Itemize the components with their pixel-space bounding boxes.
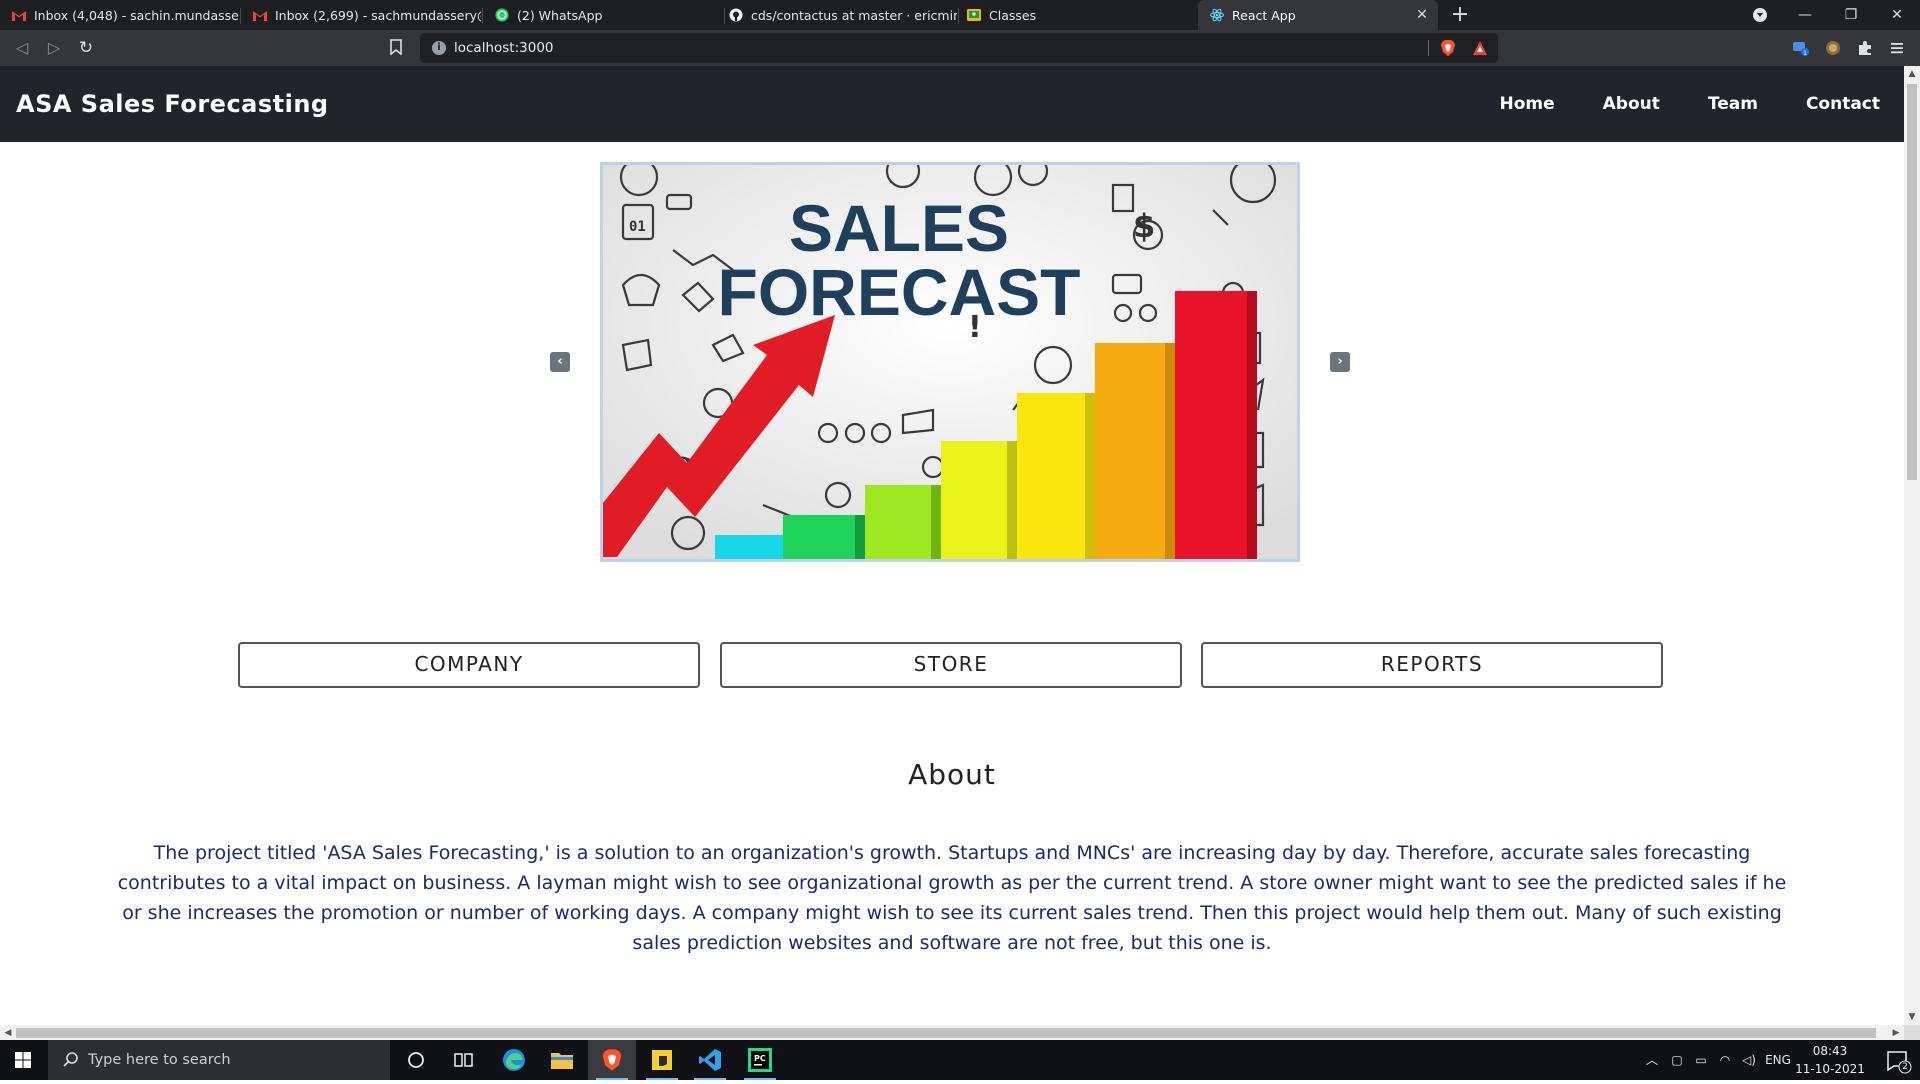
- browser-tab-classes[interactable]: Classes: [955, 0, 1195, 30]
- gmail-icon: [253, 8, 267, 22]
- brave-browser-icon[interactable]: [588, 1040, 636, 1080]
- slide-headline-line1: SALES: [789, 191, 1009, 265]
- tab-title: Inbox (4,048) - sachin.mundassery@m: [34, 7, 240, 23]
- notification-count: 2: [1902, 1062, 1908, 1072]
- extension-icon-2[interactable]: [1824, 39, 1842, 57]
- scroll-up-arrow-icon[interactable]: ▲: [1904, 66, 1920, 82]
- tab-title: (2) WhatsApp: [517, 7, 603, 23]
- taskbar-search-box[interactable]: Type here to search: [48, 1040, 390, 1080]
- nav-link-home[interactable]: Home: [1475, 66, 1578, 142]
- pycharm-icon[interactable]: PC: [736, 1040, 784, 1080]
- file-explorer-icon[interactable]: [538, 1040, 586, 1080]
- task-view-icon[interactable]: [440, 1040, 488, 1080]
- windows-taskbar: Type here to search PC ︿ ▢ ▭ ◠ ◁) ENG 08…: [0, 1040, 1920, 1080]
- about-paragraph: The project titled 'ASA Sales Forecastin…: [117, 842, 1787, 954]
- whatsapp-icon: [495, 8, 509, 22]
- svg-text:PC: PC: [754, 1054, 766, 1063]
- nav-link-about[interactable]: About: [1579, 66, 1684, 142]
- react-icon: [1210, 8, 1224, 22]
- clock-time: 08:43: [1812, 1044, 1848, 1058]
- image-carousel: ‹ $ 01 ! SALES FORECAST ›: [548, 162, 1356, 566]
- bookmark-icon[interactable]: [390, 39, 402, 55]
- notification-center-icon[interactable]: 2: [1874, 1040, 1920, 1080]
- horizontal-scrollbar[interactable]: ◀ ▶: [0, 1025, 1904, 1041]
- google-classroom-icon: [967, 8, 981, 22]
- scroll-left-arrow-icon[interactable]: ◀: [0, 1025, 16, 1041]
- tab-title: React App: [1232, 7, 1296, 23]
- language-indicator[interactable]: ENG: [1762, 1040, 1794, 1080]
- clock-date: 11-10-2021: [1795, 1062, 1865, 1076]
- tab-title: Inbox (2,699) - sachmundassery@gma: [275, 7, 481, 23]
- tab-title: cds/contactus at master · ericmiranda: [751, 7, 957, 23]
- vertical-scrollbar[interactable]: ▲ ▼: [1904, 66, 1920, 1025]
- minimize-button[interactable]: —: [1782, 0, 1828, 30]
- address-bar[interactable]: i localhost:3000: [420, 33, 1498, 63]
- carousel-next-button[interactable]: ›: [1330, 352, 1350, 372]
- url-text: localhost:3000: [454, 40, 554, 56]
- slide-headline-line2: FORECAST: [718, 255, 1081, 329]
- menu-icon[interactable]: [1888, 39, 1906, 57]
- brave-shields-icon[interactable]: [1440, 39, 1456, 57]
- windows-logo-icon: [15, 1052, 31, 1068]
- app-navbar: ASA Sales Forecasting Home About Team Co…: [0, 66, 1904, 142]
- omnibox-separator: [1428, 40, 1429, 56]
- volume-icon[interactable]: ◁): [1738, 1040, 1760, 1080]
- browser-tab-gmail-1[interactable]: Inbox (4,048) - sachin.mundassery@m: [0, 0, 240, 30]
- close-tab-icon[interactable]: ✕: [1414, 7, 1430, 23]
- reports-button[interactable]: REPORTS: [1201, 642, 1663, 688]
- carousel-prev-button[interactable]: ‹: [550, 352, 570, 372]
- close-window-button[interactable]: ✕: [1874, 0, 1920, 30]
- store-button[interactable]: STORE: [720, 642, 1182, 688]
- site-info-icon[interactable]: i: [432, 41, 446, 55]
- edge-browser-icon[interactable]: [490, 1040, 538, 1080]
- restore-button[interactable]: ❐: [1828, 0, 1874, 30]
- gmail-icon: [12, 8, 26, 22]
- forward-button[interactable]: ▷: [42, 36, 66, 60]
- back-button[interactable]: ◁: [10, 36, 34, 60]
- battery-icon[interactable]: ▭: [1690, 1040, 1712, 1080]
- section-buttons: COMPANY STORE REPORTS: [238, 642, 1663, 690]
- cortana-icon[interactable]: [392, 1040, 440, 1080]
- svg-text:1: 1: [1803, 50, 1807, 57]
- nav-link-team[interactable]: Team: [1684, 66, 1782, 142]
- new-tab-button[interactable]: +: [1448, 3, 1472, 27]
- puzzle-extensions-icon[interactable]: [1856, 39, 1874, 57]
- vscode-icon[interactable]: [686, 1040, 734, 1080]
- browser-toolbar: ◁ ▷ ↻ i localhost:3000 1: [0, 30, 1920, 66]
- scroll-right-arrow-icon[interactable]: ▶: [1888, 1025, 1904, 1041]
- vertical-scroll-thumb[interactable]: [1907, 84, 1917, 480]
- svg-text:01: 01: [629, 219, 646, 235]
- taskbar-clock[interactable]: 08:43 11-10-2021: [1792, 1042, 1868, 1078]
- browser-tab-strip: Inbox (4,048) - sachin.mundassery@m Inbo…: [0, 0, 1920, 30]
- browser-tab-whatsapp[interactable]: (2) WhatsApp: [483, 0, 723, 30]
- horizontal-scroll-thumb[interactable]: [16, 1028, 1876, 1038]
- show-hidden-icons-chevron-icon[interactable]: ︿: [1640, 1040, 1664, 1080]
- tab-title: Classes: [989, 7, 1037, 23]
- brand-title[interactable]: ASA Sales Forecasting: [16, 66, 329, 142]
- page-viewport: ASA Sales Forecasting Home About Team Co…: [0, 66, 1904, 1025]
- scroll-down-arrow-icon[interactable]: ▼: [1904, 1009, 1920, 1025]
- nav-links: Home About Team Contact: [1475, 66, 1904, 142]
- svg-text:$: $: [1133, 207, 1155, 245]
- brave-rewards-icon[interactable]: [1472, 40, 1488, 56]
- scroll-corner: [1904, 1025, 1920, 1041]
- start-button[interactable]: [0, 1040, 46, 1080]
- reload-button[interactable]: ↻: [74, 36, 98, 60]
- sales-forecast-illustration: € $ 01 ! SALES FORECAST: [603, 165, 1297, 559]
- browser-tab-github[interactable]: cds/contactus at master · ericmiranda: [717, 0, 957, 30]
- browser-tab-react-app[interactable]: React App ✕: [1198, 0, 1438, 30]
- tab-search-icon[interactable]: [1753, 8, 1767, 22]
- search-icon: [63, 1052, 78, 1067]
- sticky-notes-icon[interactable]: [638, 1040, 686, 1080]
- nav-link-contact[interactable]: Contact: [1782, 66, 1904, 142]
- company-button[interactable]: COMPANY: [238, 642, 700, 688]
- meet-now-icon[interactable]: ▢: [1666, 1040, 1688, 1080]
- browser-tab-gmail-2[interactable]: Inbox (2,699) - sachmundassery@gma: [241, 0, 481, 30]
- github-icon: [729, 8, 743, 22]
- search-placeholder: Type here to search: [88, 1052, 231, 1068]
- about-heading: About: [908, 758, 996, 791]
- extension-icon[interactable]: 1: [1792, 39, 1810, 57]
- carousel-slide-image: € $ 01 ! SALES FORECAST: [600, 162, 1300, 562]
- wifi-icon[interactable]: ◠: [1714, 1040, 1736, 1080]
